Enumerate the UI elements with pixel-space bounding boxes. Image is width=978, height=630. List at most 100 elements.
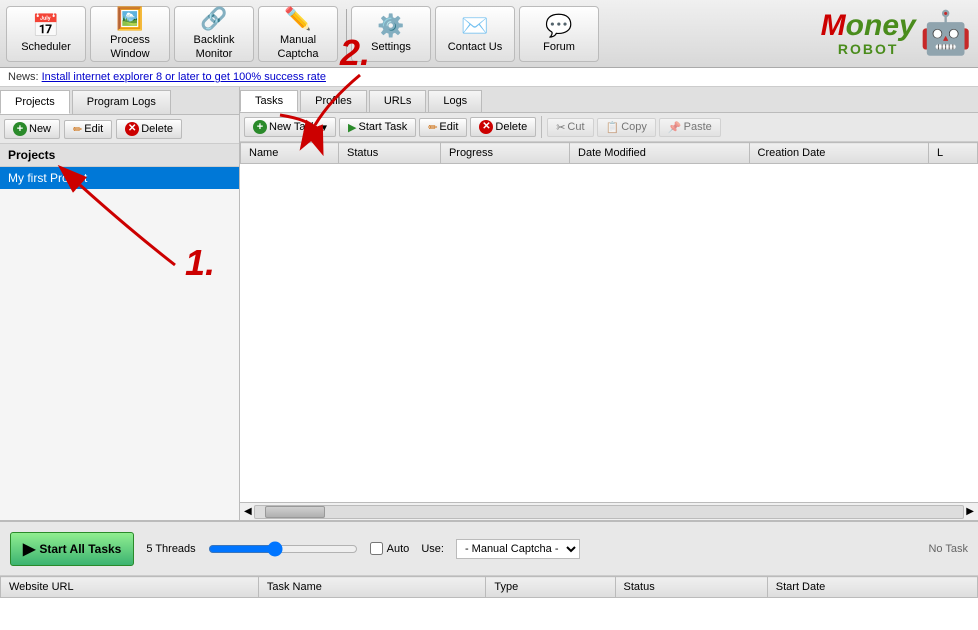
project-item[interactable]: My first Project <box>0 167 239 189</box>
tab-urls[interactable]: URLs <box>369 90 427 112</box>
new-task-icon: + <box>253 120 267 134</box>
new-icon: + <box>13 122 27 136</box>
bottom-col-website-url: Website URL <box>1 577 259 598</box>
backlink-monitor-label: BacklinkMonitor <box>194 34 235 60</box>
start-task-button[interactable]: ▶ Start Task <box>339 118 416 137</box>
scheduler-icon: 📅 <box>32 13 59 39</box>
tab-logs[interactable]: Logs <box>428 90 482 112</box>
delete-task-button[interactable]: ✕ Delete <box>470 117 536 137</box>
tab-tasks[interactable]: Tasks <box>240 90 298 112</box>
logo-area: Money ROBOT 🤖 <box>821 9 972 58</box>
contact-us-button[interactable]: ✉️ Contact Us <box>435 6 515 62</box>
col-creation-date: Creation Date <box>749 143 929 164</box>
task-table: Name Status Progress Date Modified Creat… <box>240 142 978 164</box>
bottom-table-area[interactable]: Website URL Task Name Type Status Start … <box>0 575 978 630</box>
contact-us-label: Contact Us <box>448 41 502 54</box>
process-window-button[interactable]: 🖼️ ProcessWindow <box>90 6 170 62</box>
right-tab-bar: Tasks Profiles URLs Logs <box>240 87 978 113</box>
right-panel: Tasks Profiles URLs Logs + New Task <box>240 87 978 520</box>
settings-button[interactable]: ⚙️ Settings <box>351 6 431 62</box>
logo: Money ROBOT <box>821 11 916 57</box>
horizontal-scrollbar-area: ◀ ▶ <box>240 502 978 520</box>
scheduler-button[interactable]: 📅 Scheduler <box>6 6 86 62</box>
col-l: L <box>929 143 978 164</box>
start-all-tasks-button[interactable]: ▶ Start All Tasks <box>10 532 134 566</box>
toolbar-separator <box>541 116 542 138</box>
col-date-modified: Date Modified <box>570 143 750 164</box>
new-project-button[interactable]: + New <box>4 119 60 139</box>
bottom-col-start-date: Start Date <box>767 577 977 598</box>
projects-section-label: Projects <box>0 144 239 167</box>
process-window-label: ProcessWindow <box>110 34 150 60</box>
backlink-monitor-icon: 🔗 <box>200 6 227 32</box>
no-task-label: No Task <box>928 543 968 555</box>
col-name: Name <box>241 143 339 164</box>
col-status: Status <box>339 143 441 164</box>
app-window: 📅 Scheduler 🖼️ ProcessWindow 🔗 BacklinkM… <box>0 0 978 630</box>
settings-label: Settings <box>371 41 411 54</box>
task-table-container[interactable]: Name Status Progress Date Modified Creat… <box>240 142 978 502</box>
process-window-icon: 🖼️ <box>116 6 143 32</box>
scrollbar-thumb[interactable] <box>265 506 325 518</box>
delete-project-button[interactable]: ✕ Delete <box>116 119 182 139</box>
horizontal-scrollbar[interactable] <box>254 505 965 519</box>
paste-icon: 📌 <box>668 121 682 134</box>
manual-captcha-icon: ✏️ <box>284 6 311 32</box>
bottom-col-type: Type <box>486 577 615 598</box>
task-toolbar: + New Task ▶ Start Task ✏ Edit ✕ Delete <box>240 113 978 142</box>
col-progress: Progress <box>440 143 569 164</box>
edit-icon: ✏ <box>73 123 82 136</box>
toolbar-divider <box>346 9 347 59</box>
scheduler-label: Scheduler <box>21 41 71 54</box>
forum-label: Forum <box>543 41 575 54</box>
cut-icon: ✂ <box>556 121 565 134</box>
news-prefix: News: <box>8 71 39 83</box>
bottom-col-task-name: Task Name <box>258 577 486 598</box>
auto-checkbox-container: Auto <box>370 542 410 555</box>
scroll-right-arrow[interactable]: ▶ <box>964 506 976 517</box>
left-panel: Projects Program Logs + New ✏ Edit ✕ Del… <box>0 87 240 520</box>
threads-slider[interactable] <box>208 541 358 557</box>
manual-captcha-button[interactable]: ✏️ ManualCaptcha <box>258 6 338 62</box>
contact-us-icon: ✉️ <box>461 13 488 39</box>
toolbar: 📅 Scheduler 🖼️ ProcessWindow 🔗 BacklinkM… <box>0 0 978 68</box>
news-bar: News: Install internet explorer 8 or lat… <box>0 68 978 87</box>
logo-robot: ROBOT <box>821 41 916 57</box>
tab-profiles[interactable]: Profiles <box>300 90 367 112</box>
robot-avatar: 🤖 <box>920 9 972 58</box>
edit-task-icon: ✏ <box>428 121 437 134</box>
tab-projects[interactable]: Projects <box>0 90 70 114</box>
edit-project-button[interactable]: ✏ Edit <box>64 120 112 139</box>
forum-icon: 💬 <box>545 13 572 39</box>
manual-captcha-label: ManualCaptcha <box>278 34 319 60</box>
start-task-icon: ▶ <box>348 121 356 134</box>
paste-button[interactable]: 📌 Paste <box>659 118 721 137</box>
threads-label: 5 Threads <box>146 543 195 555</box>
start-all-icon: ▶ <box>23 539 35 559</box>
left-tab-bar: Projects Program Logs <box>0 87 239 115</box>
captcha-select[interactable]: - Manual Captcha - <box>456 539 580 559</box>
delete-icon: ✕ <box>125 122 139 136</box>
copy-icon: 📋 <box>606 121 620 134</box>
cut-button[interactable]: ✂ Cut <box>547 118 593 137</box>
threads-slider-container <box>208 541 358 557</box>
edit-task-button[interactable]: ✏ Edit <box>419 118 467 137</box>
new-task-button[interactable]: + New Task <box>244 117 336 137</box>
settings-icon: ⚙️ <box>377 13 404 39</box>
scroll-left-arrow[interactable]: ◀ <box>242 506 254 517</box>
project-toolbar: + New ✏ Edit ✕ Delete <box>0 115 239 144</box>
main-area: Projects Program Logs + New ✏ Edit ✕ Del… <box>0 87 978 520</box>
logo-money: Money <box>821 11 916 41</box>
forum-button[interactable]: 💬 Forum <box>519 6 599 62</box>
copy-button[interactable]: 📋 Copy <box>597 118 656 137</box>
project-list: My first Project <box>0 167 239 520</box>
use-label: Use: <box>421 543 444 555</box>
bottom-controls: ▶ Start All Tasks 5 Threads Auto Use: - … <box>0 520 978 575</box>
auto-checkbox[interactable] <box>370 542 383 555</box>
backlink-monitor-button[interactable]: 🔗 BacklinkMonitor <box>174 6 254 62</box>
delete-task-icon: ✕ <box>479 120 493 134</box>
bottom-table: Website URL Task Name Type Status Start … <box>0 576 978 598</box>
news-link[interactable]: Install internet explorer 8 or later to … <box>42 71 326 83</box>
tab-program-logs[interactable]: Program Logs <box>72 90 171 114</box>
bottom-col-status: Status <box>615 577 767 598</box>
